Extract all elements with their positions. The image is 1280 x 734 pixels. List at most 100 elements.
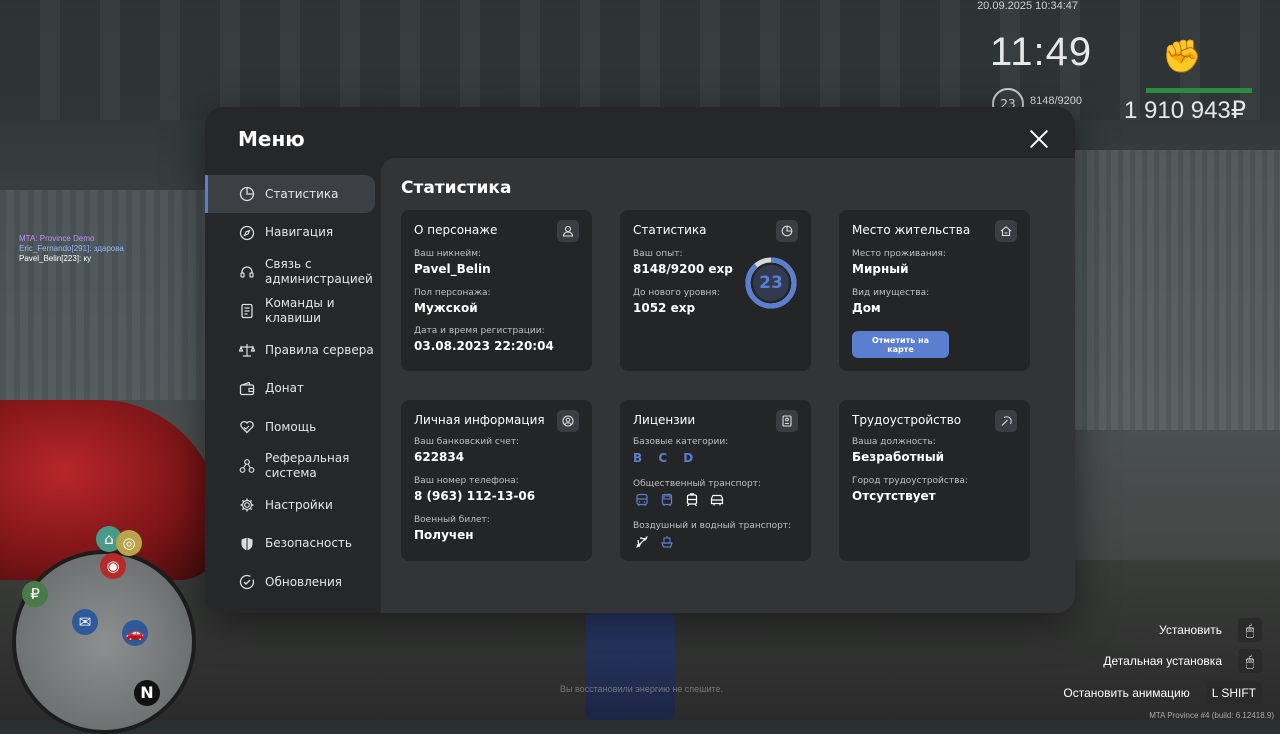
field-label: Вид имущества:	[852, 288, 930, 298]
field-label: Место проживания:	[852, 249, 946, 259]
nickname-value: Pavel_Belin	[414, 262, 491, 276]
chat-line: Pavel_Belin[223]: ку	[19, 254, 92, 263]
property-value: Дом	[852, 301, 881, 315]
hud-clock: 11:49	[990, 30, 1093, 74]
hud-exp: 8148/9200	[1030, 95, 1082, 107]
card-personal: Личная информация Ваш банковский счет: 6…	[401, 400, 592, 561]
chat-box: MTA: Province Demo Eric_Fernando[291]: з…	[19, 234, 124, 264]
bank-account-value: 622834	[414, 450, 465, 464]
compass-icon	[239, 225, 255, 241]
map-marker-icon: ✉	[72, 609, 98, 635]
field-label: Пол персонажа:	[414, 288, 491, 298]
keyhint-stop-animation: Остановить анимацию L SHIFT	[1063, 682, 1262, 704]
sidebar-item-settings[interactable]: Настройки	[205, 486, 381, 524]
next-level-value: 1052 exp	[633, 301, 696, 315]
field-label: Базовые категории:	[633, 437, 729, 447]
exp-value: 8148/9200 exp	[633, 262, 733, 276]
build-info: MTA Province #4 (build: 6.12418.9)	[1149, 711, 1274, 720]
sidebar-item-referral[interactable]: Реферальная система	[205, 447, 381, 486]
bus-icon	[658, 491, 675, 508]
mouse-icon: 🖱	[1238, 649, 1262, 673]
keyhint-detailed: Детальная установка 🖱	[1103, 649, 1262, 673]
card-title: Трудоустройство	[852, 413, 962, 427]
tram-icon	[683, 491, 700, 508]
network-icon	[239, 458, 255, 474]
fist-icon: ✊	[1162, 37, 1202, 75]
pickaxe-icon	[995, 410, 1017, 432]
sidebar-item-label: Донат	[265, 381, 304, 395]
player-character	[585, 612, 675, 720]
card-title: Место жительства	[852, 223, 971, 237]
residence-value: Мирный	[852, 262, 909, 276]
field-label: Ваш никнейм:	[414, 249, 482, 259]
airplane-icon	[633, 533, 650, 550]
car-marker-icon: 🚗	[122, 620, 148, 646]
minimap	[12, 550, 196, 734]
compass-north-icon: N	[134, 680, 160, 706]
user-circle-icon	[557, 410, 579, 432]
sidebar-item-label: Реферальная система	[265, 451, 350, 480]
field-label: Воздушный и водный транспорт:	[633, 521, 792, 531]
sidebar-item-rules[interactable]: Правила сервера	[205, 331, 381, 369]
trolleybus-icon	[708, 491, 725, 508]
boat-icon	[658, 533, 675, 550]
sidebar-item-label: Команды и клавиши	[265, 296, 335, 325]
close-icon[interactable]	[1027, 127, 1051, 151]
sidebar-item-navigation[interactable]: Навигация	[205, 214, 381, 252]
work-city-value: Отсутствует	[852, 489, 936, 503]
sidebar-item-security[interactable]: Безопасность	[205, 525, 381, 563]
menu-window: Меню Статистика Навигация Связь с админи…	[205, 107, 1075, 613]
sidebar-item-statistics[interactable]: Статистика	[205, 175, 375, 213]
card-employment: Трудоустройство Ваша должность: Безработ…	[839, 400, 1030, 561]
sidebar-item-label: Обновления	[265, 574, 343, 589]
menu-title: Меню	[238, 127, 305, 151]
keyhint-label: Детальная установка	[1103, 654, 1222, 668]
air-water-transport-icons	[633, 533, 675, 550]
content-panel: Статистика О персонаже Ваш никнейм: Pave…	[381, 158, 1075, 613]
card-licenses: Лицензии Базовые категории: B C D Общест…	[620, 400, 811, 561]
mark-on-map-button[interactable]: Отметить на карте	[852, 331, 949, 358]
keyhint-label: Остановить анимацию	[1063, 686, 1190, 700]
background-fence-right	[1070, 150, 1280, 430]
check-circle-icon	[239, 574, 255, 590]
level-number: 23	[759, 273, 783, 293]
field-label: Город трудоустройства:	[852, 476, 968, 486]
card-residence: Место жительства Место проживания: Мирны…	[839, 210, 1030, 371]
field-label: До нового уровня:	[633, 288, 720, 298]
sidebar-item-contact-admin[interactable]: Связь с администрацией	[205, 252, 381, 291]
card-title: Лицензии	[633, 413, 696, 427]
field-label: Ваш номер телефона:	[414, 476, 519, 486]
mouse-icon: 🖱	[1238, 618, 1262, 642]
keyhint-install: Установить 🖱	[1159, 618, 1262, 642]
sidebar-item-label: Настройки	[265, 497, 333, 512]
card-stats: Статистика Ваш опыт: 8148/9200 exp До но…	[620, 210, 811, 371]
sidebar-item-label: Связь с администрацией	[265, 256, 373, 286]
card-character: О персонаже Ваш никнейм: Pavel_Belin Пол…	[401, 210, 592, 371]
heart-hand-icon	[239, 419, 255, 435]
gear-icon	[239, 497, 255, 513]
position-value: Безработный	[852, 450, 945, 464]
sidebar-item-updates[interactable]: Обновления	[205, 563, 381, 601]
card-title: Личная информация	[414, 413, 545, 427]
clock-chart-icon	[776, 220, 798, 242]
field-label: Ваш банковский счет:	[414, 437, 520, 447]
headset-icon	[239, 264, 255, 280]
house-icon	[995, 220, 1017, 242]
sidebar-item-label: Статистика	[265, 186, 339, 201]
sidebar-item-label: Помощь	[265, 419, 317, 434]
field-label: Общественный транспорт:	[633, 479, 761, 489]
license-categories: B C D	[633, 451, 700, 465]
hud-money: 1 910 943₽	[1124, 97, 1247, 124]
document-icon	[239, 303, 255, 319]
map-marker-icon: ◉	[100, 553, 126, 579]
sidebar-item-donate[interactable]: Донат	[205, 370, 381, 408]
center-hint: Вы восстановили энергию не спешите.	[560, 684, 724, 694]
sidebar-item-label: Безопасность	[265, 536, 352, 550]
map-marker-icon: ◎	[116, 530, 142, 556]
chat-line: Eric_Fernando[291]: здарова	[19, 244, 124, 253]
user-icon	[557, 220, 579, 242]
sidebar-item-commands[interactable]: Команды и клавиши	[205, 292, 381, 331]
hud-datetime: 20.09.2025 10:34:47	[977, 0, 1078, 12]
shield-icon	[239, 536, 255, 552]
sidebar-item-help[interactable]: Помощь	[205, 408, 381, 446]
